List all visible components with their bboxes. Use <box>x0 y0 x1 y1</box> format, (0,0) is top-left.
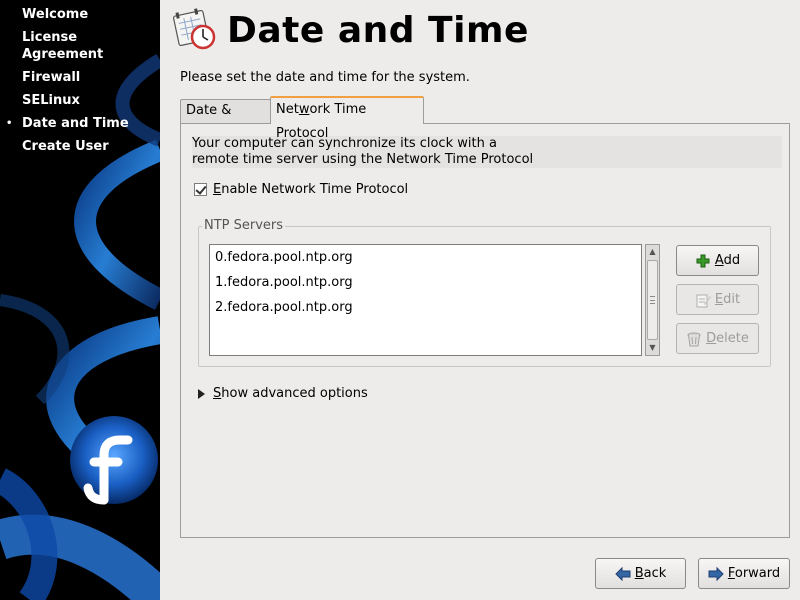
forward-arrow-icon <box>708 566 724 582</box>
setup-steps-list: Welcome License Agreement Firewall SELin… <box>0 6 160 161</box>
edit-label: Edit <box>715 292 740 307</box>
tab-date-time[interactable]: Date & Time <box>180 99 271 140</box>
add-icon <box>695 253 711 269</box>
page-subtitle: Please set the date and time for the sys… <box>180 70 470 85</box>
forward-button[interactable]: Forward <box>698 558 790 589</box>
enable-ntp-mnemonic: E <box>213 182 222 197</box>
edit-mnemonic: E <box>714 292 724 307</box>
enable-ntp-checkbox-row[interactable]: Enable Network Time Protocol <box>194 182 408 197</box>
add-label: Add <box>715 253 740 268</box>
delete-label: Delete <box>706 331 749 346</box>
edit-server-button[interactable]: Edit <box>676 284 759 315</box>
add-label-rest: dd <box>723 253 741 268</box>
ntp-server-row[interactable]: 0.fedora.pool.ntp.org <box>210 245 641 270</box>
back-label: Back <box>635 566 667 581</box>
advanced-options-expander[interactable]: Show advanced options <box>198 386 368 401</box>
scrollbar-thumb[interactable] <box>647 260 658 340</box>
forward-mnemonic: F <box>727 566 735 581</box>
ntp-servers-frame-label: NTP Servers <box>202 218 286 233</box>
enable-ntp-label-rest: nable Network Time Protocol <box>221 182 409 197</box>
enable-ntp-checkbox[interactable] <box>194 183 207 196</box>
ntp-server-row[interactable]: 2.fedora.pool.ntp.org <box>210 295 641 320</box>
forward-label-rest: orward <box>734 566 781 581</box>
back-mnemonic: B <box>634 566 644 581</box>
scrollbar-grip-icon <box>650 296 655 304</box>
ntp-server-row[interactable]: 1.fedora.pool.ntp.org <box>210 270 641 295</box>
step-label: License Agreement <box>22 30 104 62</box>
advanced-options-label-rest: how advanced options <box>221 386 368 401</box>
ntp-description-line-2: remote time server using the Network Tim… <box>192 152 534 167</box>
advanced-options-label: Show advanced options <box>213 386 368 401</box>
scroll-up-arrow-icon[interactable]: ▲ <box>646 245 659 259</box>
step-label: SELinux <box>22 93 80 108</box>
step-welcome: Welcome <box>0 6 160 23</box>
delete-mnemonic: D <box>706 331 717 346</box>
tab-label-pre: Date & <box>186 103 232 118</box>
add-mnemonic: A <box>714 253 724 268</box>
step-license-agreement: License Agreement <box>0 29 160 63</box>
page-title: Date and Time <box>227 10 529 51</box>
step-label: Create User <box>22 139 109 154</box>
tab-network-time-protocol[interactable]: Network Time Protocol <box>270 96 424 141</box>
trash-icon <box>686 331 702 347</box>
delete-label-rest: elete <box>716 331 749 346</box>
step-create-user: Create User <box>0 138 160 155</box>
back-arrow-icon <box>614 566 631 582</box>
edit-label-rest: dit <box>723 292 741 307</box>
forward-label: Forward <box>728 566 780 581</box>
sidebar: Welcome License Agreement Firewall SELin… <box>0 0 160 600</box>
step-date-and-time: • Date and Time <box>0 115 160 132</box>
current-step-marker: • <box>6 118 13 129</box>
back-label-rest: ack <box>643 566 667 581</box>
scroll-down-arrow-icon[interactable]: ▼ <box>646 341 659 355</box>
step-label: Date and Time <box>22 116 129 131</box>
expander-arrow-icon <box>198 388 205 399</box>
tab-label-pre: Net <box>276 102 299 117</box>
step-label: Firewall <box>22 70 81 85</box>
tab-label-mnemonic: w <box>298 102 310 117</box>
add-server-button[interactable]: Add <box>676 245 759 276</box>
step-label: Welcome <box>22 7 89 22</box>
back-button[interactable]: Back <box>595 558 686 589</box>
step-selinux: SELinux <box>0 92 160 109</box>
calendar-clock-icon <box>173 8 216 50</box>
enable-ntp-label: Enable Network Time Protocol <box>213 182 408 197</box>
delete-server-button[interactable]: Delete <box>676 323 759 354</box>
server-list-scrollbar[interactable]: ▲ ▼ <box>645 244 660 356</box>
step-firewall: Firewall <box>0 69 160 86</box>
ntp-server-list[interactable]: 0.fedora.pool.ntp.org 1.fedora.pool.ntp.… <box>209 244 642 356</box>
edit-icon <box>695 292 711 308</box>
